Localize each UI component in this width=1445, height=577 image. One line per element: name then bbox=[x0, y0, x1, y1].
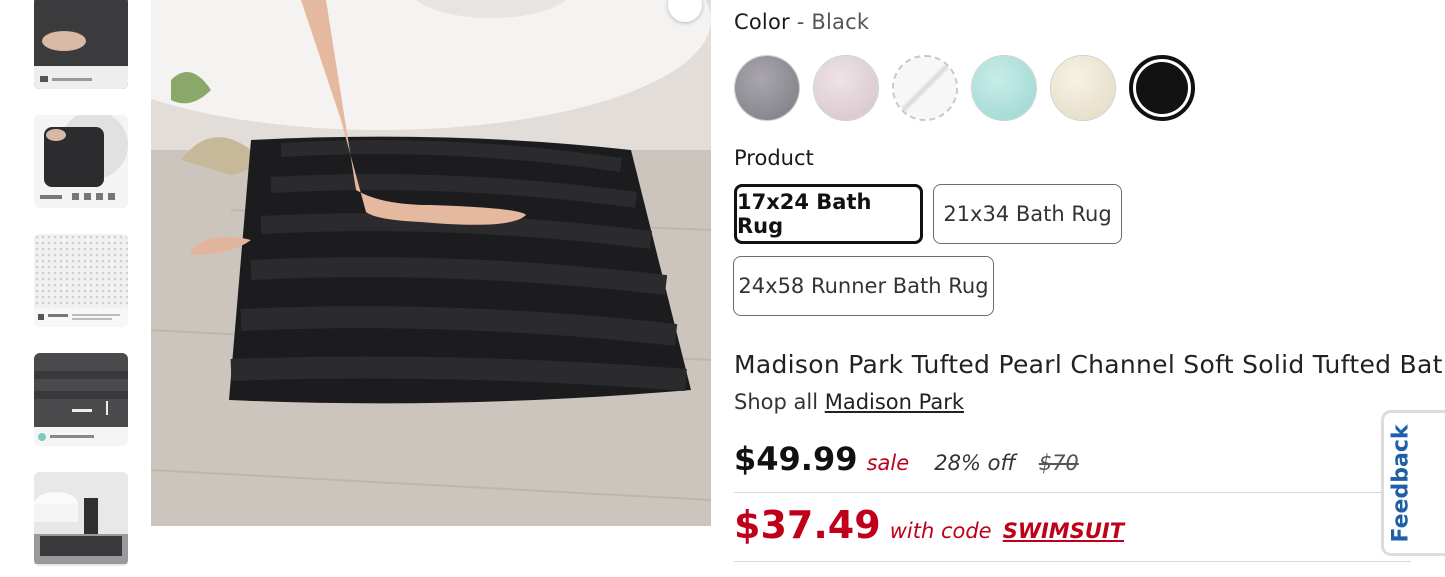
swatch-blush-fill bbox=[814, 56, 878, 120]
swatch-grey-fill bbox=[735, 56, 799, 120]
selected-color: Black bbox=[811, 10, 870, 34]
thumbnail-high-low-stripe[interactable] bbox=[34, 353, 128, 446]
swatch-white-fill bbox=[894, 57, 956, 119]
swatch-blush[interactable] bbox=[813, 55, 879, 121]
product-label: Product bbox=[734, 146, 814, 170]
shop-all-brand: Shop all Madison Park bbox=[734, 390, 964, 414]
original-price: $70 bbox=[1038, 451, 1079, 475]
main-product-image bbox=[151, 0, 711, 526]
color-separator: - bbox=[796, 10, 805, 34]
color-label-text: Color bbox=[734, 10, 790, 34]
promo-code-link[interactable]: SWIMSUIT bbox=[1003, 519, 1124, 543]
thumbnail-bathroom-set[interactable] bbox=[34, 472, 128, 566]
discount-percent: 28% off bbox=[934, 451, 1016, 475]
product-title: Madison Park Tufted Pearl Channel Soft S… bbox=[734, 350, 1445, 379]
swatch-black[interactable] bbox=[1129, 55, 1195, 121]
option-17x24[interactable]: 17x24 Bath Rug bbox=[734, 184, 923, 244]
feedback-label: Feedback bbox=[1388, 424, 1413, 542]
swatch-ivory[interactable] bbox=[1050, 55, 1116, 121]
coupon-row: $37.49 with code SWIMSUIT bbox=[734, 503, 1124, 547]
option-24x58-runner[interactable]: 24x58 Runner Bath Rug bbox=[733, 256, 994, 316]
feedback-tab[interactable]: Feedback bbox=[1381, 410, 1445, 556]
sale-label: sale bbox=[866, 451, 910, 475]
thumbnail-machine-washable[interactable] bbox=[34, 115, 128, 208]
thumbnail-touch-soft[interactable] bbox=[34, 0, 128, 89]
option-21x34[interactable]: 21x34 Bath Rug bbox=[933, 184, 1122, 244]
swatch-aqua-fill bbox=[972, 56, 1036, 120]
sale-price: $49.99 bbox=[734, 440, 858, 478]
swatch-white[interactable] bbox=[892, 55, 958, 121]
coupon-price: $37.49 bbox=[734, 503, 881, 547]
color-label: Color - Black bbox=[734, 10, 869, 34]
price-divider bbox=[734, 492, 1411, 493]
thumbnail-non-slip-backing[interactable] bbox=[34, 234, 128, 327]
swatch-grey[interactable] bbox=[734, 55, 800, 121]
coupon-divider bbox=[734, 561, 1411, 562]
swatch-ivory-fill bbox=[1051, 56, 1115, 120]
brand-link[interactable]: Madison Park bbox=[825, 390, 964, 414]
swatch-black-fill bbox=[1136, 62, 1188, 114]
swatch-aqua[interactable] bbox=[971, 55, 1037, 121]
with-code-text: with code bbox=[889, 519, 992, 543]
price-row: $49.99 sale 28% off $70 bbox=[734, 440, 1079, 478]
shop-all-prefix: Shop all bbox=[734, 390, 819, 414]
